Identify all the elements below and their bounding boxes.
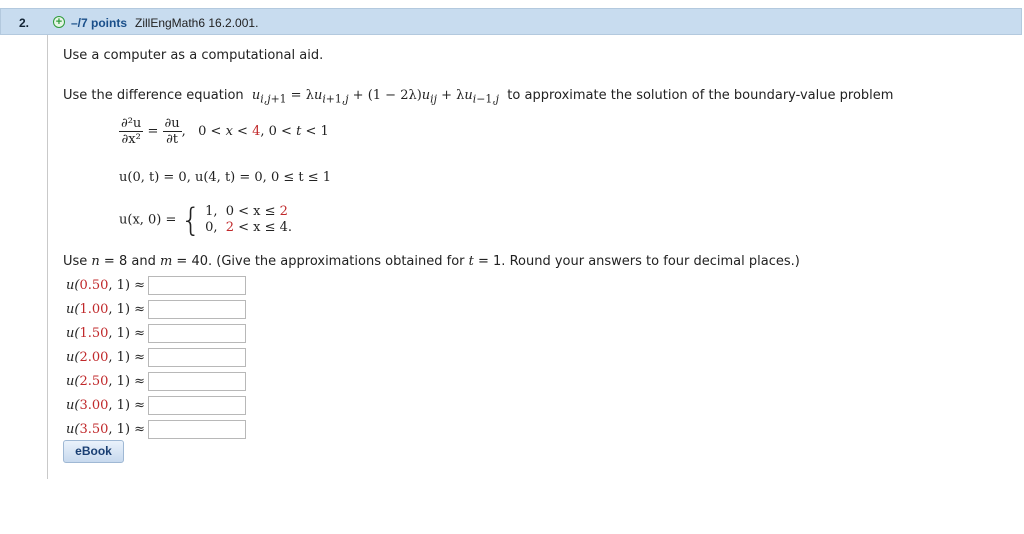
left-divider xyxy=(47,35,48,479)
intro-text: Use a computer as a computational aid. xyxy=(63,48,324,63)
du-numerator: ∂u xyxy=(162,116,182,132)
answer-row: u(0.50, 1) ≈ xyxy=(66,273,246,297)
answer-row: u(1.50, 1) ≈ xyxy=(66,321,246,345)
pde-equation: ∂²u ∂x² = ∂u ∂t , 0 < x < 4, 0 < t < 1 xyxy=(119,116,329,147)
first-derivative-fraction: ∂u ∂t xyxy=(162,116,182,147)
answer-input[interactable] xyxy=(148,323,246,343)
dx2-denominator: ∂x² xyxy=(121,132,141,147)
answer-input[interactable] xyxy=(148,299,246,319)
initial-case-1: 1, 0 < x ≤ 2 xyxy=(205,204,288,219)
answer-input[interactable] xyxy=(148,395,246,415)
answer-label: u(1.00, 1) ≈ xyxy=(66,301,146,317)
answer-list: u(0.50, 1) ≈ u(1.00, 1) ≈ u(1.50, 1) ≈ u… xyxy=(66,273,246,441)
answer-row: u(2.50, 1) ≈ xyxy=(66,369,246,393)
answer-input[interactable] xyxy=(148,371,246,391)
question-header: 2. + –/7 points ZillEngMath6 16.2.001. xyxy=(0,8,1022,35)
statement-suffix: to approximate the solution of the bound… xyxy=(507,88,894,103)
d2u-numerator: ∂²u xyxy=(119,116,144,132)
answer-row: u(2.00, 1) ≈ xyxy=(66,345,246,369)
statement-prefix: Use the difference equation xyxy=(63,88,244,103)
answer-input[interactable] xyxy=(148,275,246,295)
question-source: ZillEngMath6 16.2.001. xyxy=(135,16,259,30)
second-derivative-fraction: ∂²u ∂x² xyxy=(119,116,144,147)
answer-label: u(3.00, 1) ≈ xyxy=(66,397,146,413)
ebook-button[interactable]: eBook xyxy=(63,440,124,463)
initial-lhs: u(x, 0) = xyxy=(119,212,177,228)
question-number: 2. xyxy=(19,16,30,30)
boundary-conditions: u(0, t) = 0, u(4, t) = 0, 0 ≤ t ≤ 1 xyxy=(119,170,332,185)
instruction-text: Use n = 8 and m = 40. (Give the approxim… xyxy=(63,254,800,269)
pde-equals: = xyxy=(147,124,159,139)
pde-domain: 0 < x < 4, 0 < t < 1 xyxy=(198,124,329,139)
statement-line: Use the difference equation ui,j+1 = λui… xyxy=(63,88,893,106)
answer-row: u(3.00, 1) ≈ xyxy=(66,393,246,417)
difference-equation: ui,j+1 = λui+1,j + (1 − 2λ)uij + λui−1,j xyxy=(251,88,500,106)
initial-case-2: 0, 2 < x ≤ 4. xyxy=(205,220,293,235)
answer-row: u(1.00, 1) ≈ xyxy=(66,297,246,321)
answer-input[interactable] xyxy=(148,419,246,439)
points-label: –/7 points xyxy=(71,16,128,30)
dt-denominator: ∂t xyxy=(166,132,179,147)
answer-label: u(3.50, 1) ≈ xyxy=(66,421,146,437)
answer-input[interactable] xyxy=(148,347,246,367)
answer-row: u(3.50, 1) ≈ xyxy=(66,417,246,441)
answer-label: u(1.50, 1) ≈ xyxy=(66,325,146,341)
answer-label: u(0.50, 1) ≈ xyxy=(66,277,146,293)
initial-cases: 1, 0 < x ≤ 2 0, 2 < x ≤ 4. xyxy=(205,204,292,236)
left-brace-icon: { xyxy=(180,201,201,239)
answer-label: u(2.00, 1) ≈ xyxy=(66,349,146,365)
initial-condition: u(x, 0) = { 1, 0 < x ≤ 2 0, 2 < x ≤ 4. xyxy=(119,204,292,236)
answer-label: u(2.50, 1) ≈ xyxy=(66,373,146,389)
plus-icon[interactable]: + xyxy=(53,16,65,28)
